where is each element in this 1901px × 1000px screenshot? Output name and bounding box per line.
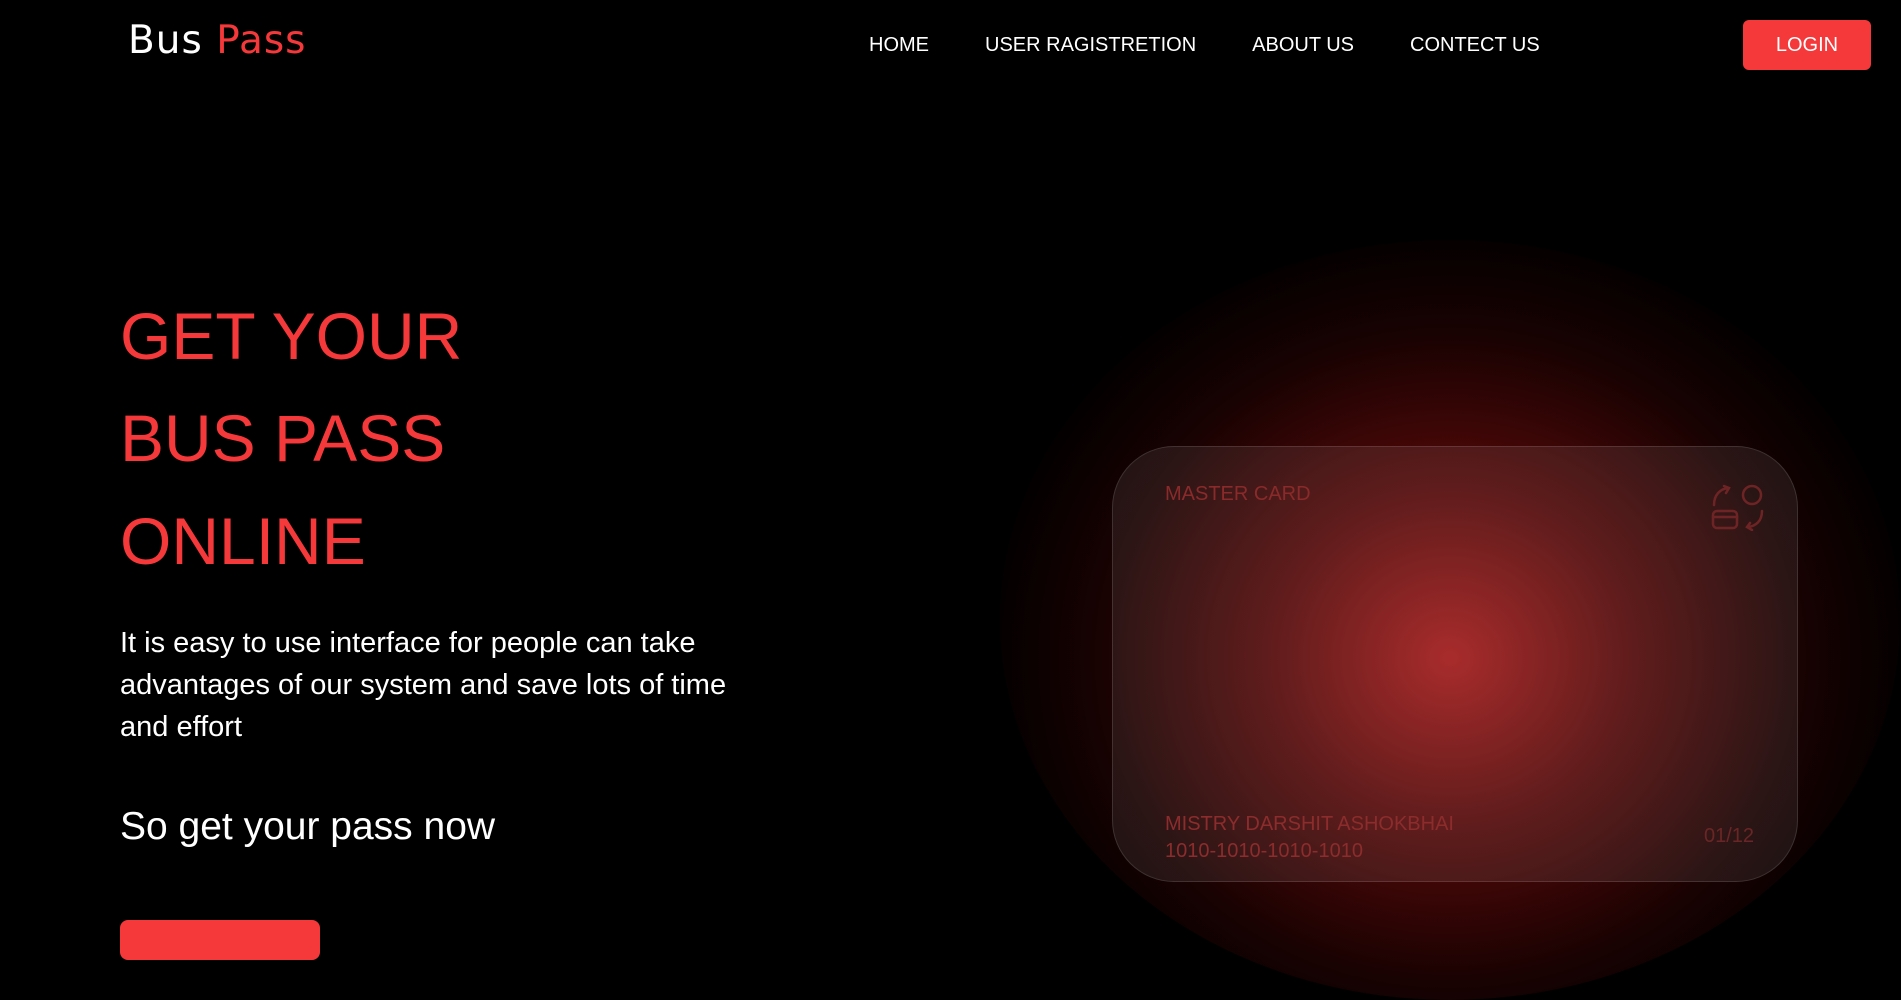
get-pass-button[interactable] — [120, 920, 320, 960]
hero-cta-text: So get your pass now — [120, 805, 496, 848]
pass-card: MASTER CARD MISTRY DARSHIT ASHOKBHAI 101… — [1112, 446, 1798, 882]
hero-title-line-3: ONLINE — [120, 504, 366, 578]
hero-title-line-1: GET YOUR — [120, 299, 463, 373]
hero-description: It is easy to use interface for people c… — [120, 627, 727, 743]
main-nav: HOME USER RAGISTRETION ABOUT US CONTECT … — [869, 34, 1540, 57]
login-button[interactable]: LOGIN — [1743, 20, 1871, 70]
card-holder-name: MISTRY DARSHIT ASHOKBHAI — [1165, 813, 1454, 835]
card-brand: MASTER CARD — [1165, 483, 1311, 505]
card-expiry: 01/12 — [1704, 825, 1755, 847]
card-number: 1010-1010-1010-1010 — [1165, 840, 1363, 862]
nav-link-about[interactable]: ABOUT US — [1252, 34, 1354, 57]
nav-link-user-registration[interactable]: USER RAGISTRETION — [985, 34, 1196, 57]
hero-title-line-2: BUS PASS — [120, 401, 446, 475]
site-logo[interactable]: Bus Pass — [128, 18, 307, 63]
top-navbar: Bus Pass HOME USER RAGISTRETION ABOUT US… — [0, 0, 1901, 92]
nav-link-home[interactable]: HOME — [869, 34, 929, 57]
nav-link-contact[interactable]: CONTECT US — [1410, 34, 1540, 57]
logo-text-accent: Pass — [216, 18, 307, 63]
card-exchange-icon — [1710, 483, 1766, 532]
logo-text-primary: Bus — [128, 18, 203, 63]
